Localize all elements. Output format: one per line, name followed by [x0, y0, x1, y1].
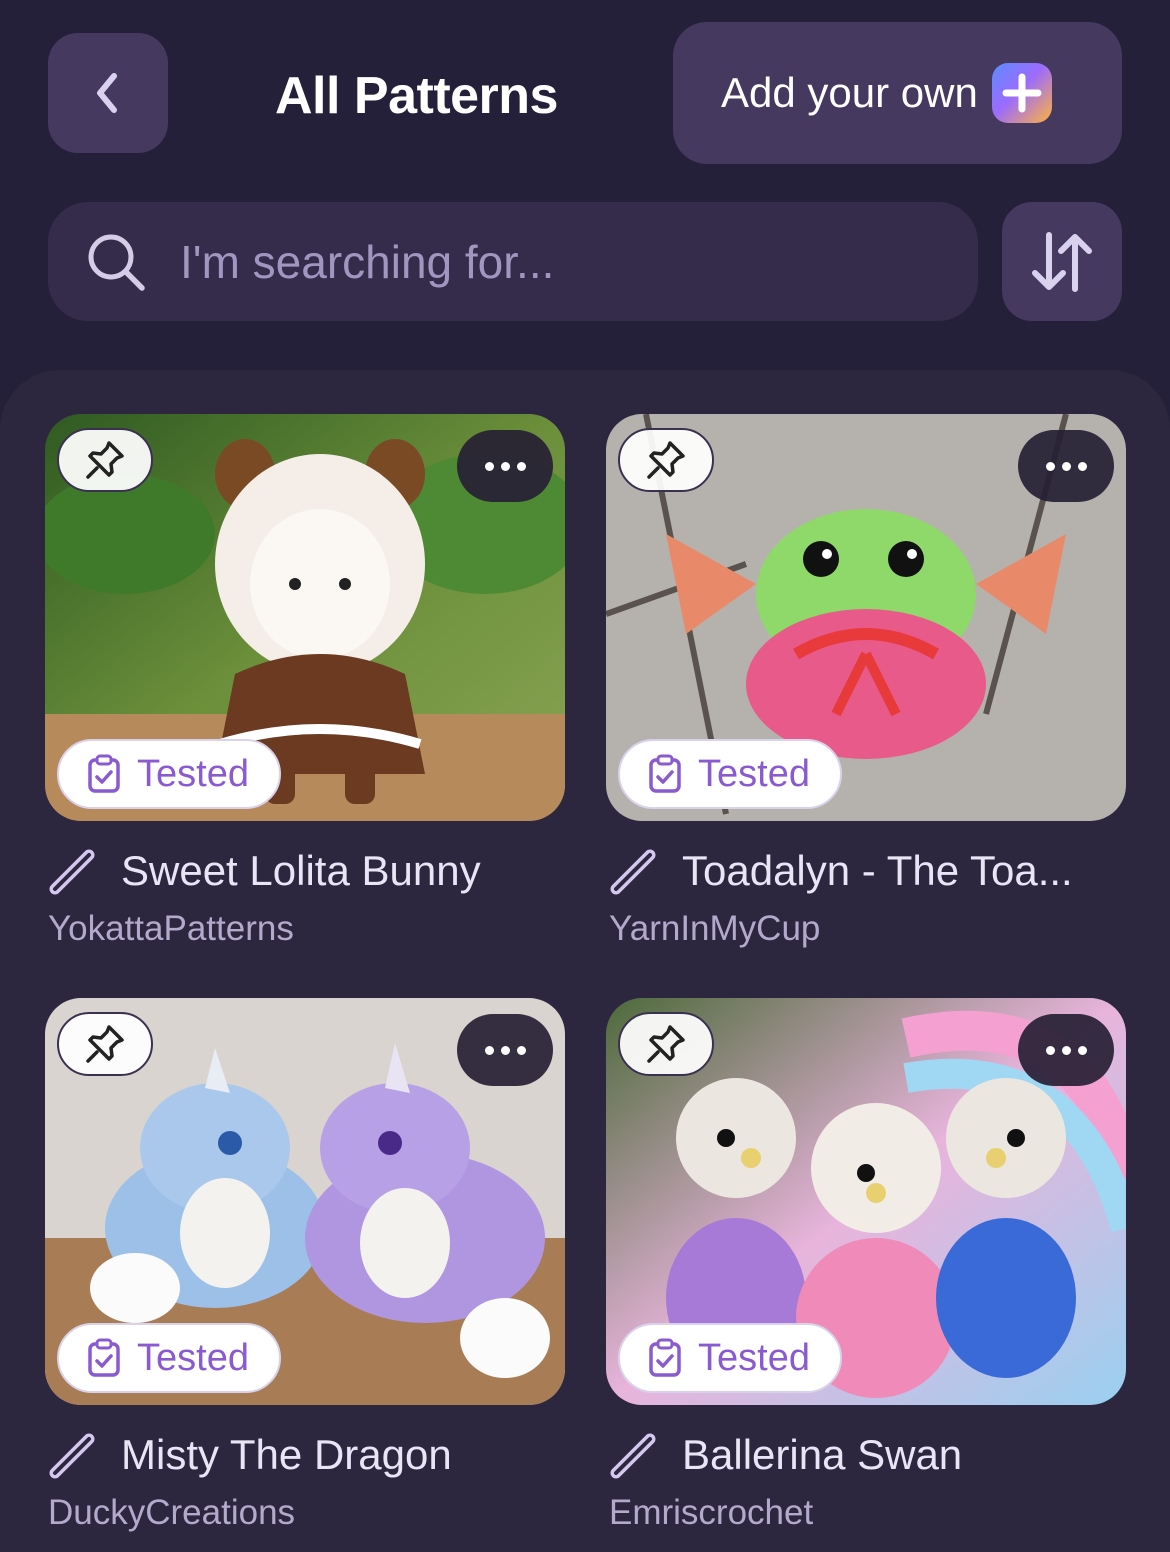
clipboard-check-icon — [88, 1338, 120, 1377]
pin-button[interactable] — [618, 428, 714, 492]
more-options-button[interactable] — [1018, 430, 1114, 502]
pattern-image[interactable]: Tested — [45, 414, 565, 821]
tested-label: Tested — [137, 1336, 249, 1379]
pin-button[interactable] — [57, 428, 153, 492]
pattern-card[interactable]: Tested Misty The Dragon DuckyCreations — [45, 998, 565, 1533]
tested-badge: Tested — [57, 1323, 281, 1393]
tested-label: Tested — [698, 752, 810, 795]
crochet-hook-icon — [49, 1433, 95, 1479]
tested-label: Tested — [698, 1336, 810, 1379]
pattern-card[interactable]: Tested Ballerina Swan Emriscrochet — [606, 998, 1126, 1533]
crochet-hook-icon — [610, 1433, 656, 1479]
plus-gradient-icon — [991, 63, 1052, 123]
add-your-own-label: Add your own — [721, 69, 978, 116]
crochet-hook-icon — [610, 849, 656, 895]
pattern-title[interactable]: Toadalyn - The Toa... — [682, 847, 1073, 895]
pattern-author[interactable]: YokattaPatterns — [45, 909, 565, 949]
search-placeholder: I'm searching for... — [180, 235, 555, 288]
pin-button[interactable] — [57, 1012, 153, 1076]
more-options-button[interactable] — [457, 1014, 553, 1086]
clipboard-check-icon — [649, 754, 681, 793]
pin-icon — [86, 441, 124, 479]
pattern-author[interactable]: YarnInMyCup — [606, 909, 1126, 949]
clipboard-check-icon — [649, 1338, 681, 1377]
search-input[interactable]: I'm searching for... — [48, 202, 978, 321]
tested-badge: Tested — [618, 1323, 842, 1393]
sort-arrows-icon — [1032, 231, 1092, 292]
page-title: All Patterns — [275, 67, 558, 125]
pin-icon — [86, 1025, 124, 1063]
pattern-image[interactable]: Tested — [45, 998, 565, 1405]
pattern-image[interactable]: Tested — [606, 414, 1126, 821]
pattern-card[interactable]: Tested Sweet Lolita Bunny YokattaPattern… — [45, 414, 565, 949]
search-icon — [88, 234, 145, 291]
pin-button[interactable] — [618, 1012, 714, 1076]
pin-icon — [647, 441, 685, 479]
more-options-button[interactable] — [1018, 1014, 1114, 1086]
chevron-left-icon — [97, 73, 117, 113]
pattern-title[interactable]: Sweet Lolita Bunny — [121, 847, 481, 895]
sort-button[interactable] — [1002, 202, 1122, 321]
pattern-card[interactable]: Tested Toadalyn - The Toa... YarnInMyCup — [606, 414, 1126, 949]
pin-icon — [647, 1025, 685, 1063]
tested-label: Tested — [137, 752, 249, 795]
pattern-author[interactable]: DuckyCreations — [45, 1493, 565, 1533]
pattern-author[interactable]: Emriscrochet — [606, 1493, 1126, 1533]
pattern-title[interactable]: Misty The Dragon — [121, 1431, 452, 1479]
tested-badge: Tested — [57, 739, 281, 809]
tested-badge: Tested — [618, 739, 842, 809]
back-button[interactable] — [48, 33, 168, 153]
pattern-title[interactable]: Ballerina Swan — [682, 1431, 962, 1479]
add-your-own-button[interactable]: Add your own — [673, 22, 1122, 164]
more-options-button[interactable] — [457, 430, 553, 502]
clipboard-check-icon — [88, 754, 120, 793]
crochet-hook-icon — [49, 849, 95, 895]
pattern-image[interactable]: Tested — [606, 998, 1126, 1405]
